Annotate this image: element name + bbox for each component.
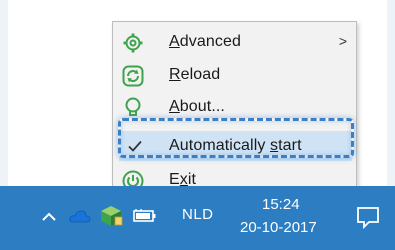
label-rest: bout... [179, 98, 225, 115]
accelerator-letter: R [169, 66, 181, 83]
window-edge-left [0, 0, 8, 186]
menu-item-advanced[interactable]: Advanced > [113, 28, 356, 56]
menu-item-label: Automatically start [169, 137, 302, 155]
gear-icon [122, 32, 144, 54]
clock-date[interactable]: 20-10-2017 [240, 219, 317, 236]
accelerator-letter: A [169, 33, 180, 50]
taskbar: NLD 15:24 20-10-2017 [0, 186, 395, 250]
accelerator-letter: A [169, 98, 180, 115]
chevron-up-icon[interactable] [40, 208, 58, 226]
menu-item-label: Reload [169, 66, 220, 84]
menu-item-automatically-start[interactable]: Automatically start [119, 131, 352, 161]
app-cube-icon[interactable] [98, 204, 124, 228]
menu-item-reload[interactable]: Reload [113, 61, 356, 89]
menu-item-label: About... [169, 98, 225, 116]
window-edge-right [387, 0, 395, 186]
battery-icon[interactable] [133, 208, 157, 224]
checkmark-icon [124, 135, 146, 157]
refresh-icon [122, 65, 144, 87]
submenu-arrow-icon: > [338, 33, 347, 49]
action-center-icon[interactable] [355, 204, 381, 230]
menu-item-about[interactable]: About... [113, 93, 356, 121]
info-bulb-icon [122, 97, 144, 119]
clock-time[interactable]: 15:24 [262, 196, 300, 213]
label-rest: tart [278, 137, 302, 154]
context-menu: Advanced > Reload About... Automatically… [112, 21, 357, 192]
label-rest: eload [180, 66, 221, 83]
label-start: Automatically [169, 137, 270, 154]
accelerator-letter: s [270, 137, 279, 154]
input-language-indicator[interactable]: NLD [182, 206, 214, 223]
onedrive-cloud-icon[interactable] [69, 207, 91, 225]
menu-item-label: Advanced [169, 33, 241, 51]
label-rest: dvanced [179, 33, 241, 50]
